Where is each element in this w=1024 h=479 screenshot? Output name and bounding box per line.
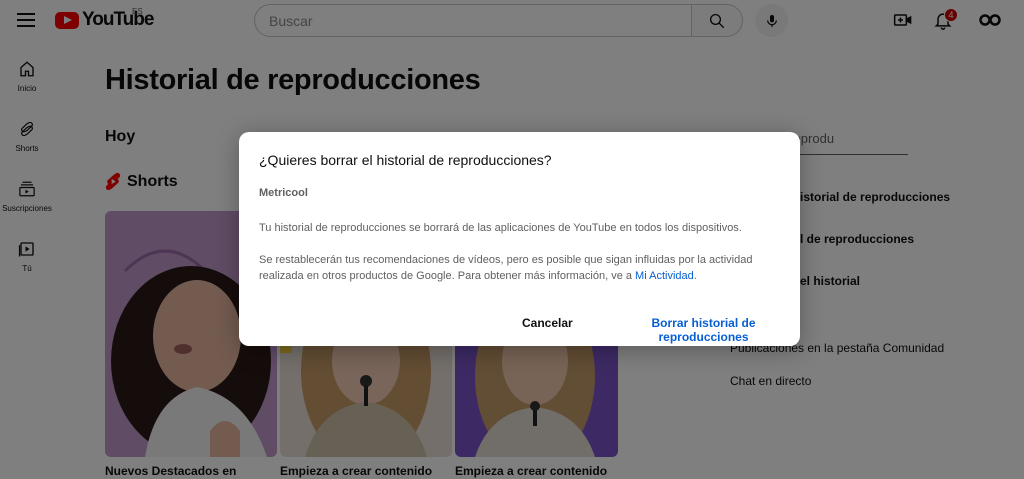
dialog-account-name: Metricool [259,187,308,199]
dialog-description: Tu historial de reproducciones se borrar… [259,222,742,234]
dialog-recommendations-note: Se restablecerán tus recomendaciones de … [259,252,784,284]
dialog-title: ¿Quieres borrar el historial de reproduc… [259,152,552,168]
my-activity-link[interactable]: Mi Actividad [635,270,694,282]
dialog-note-end: . [693,270,697,282]
cancel-button[interactable]: Cancelar [522,316,573,330]
clear-history-dialog: ¿Quieres borrar el historial de reproduc… [239,132,800,346]
clear-history-button[interactable]: Borrar historial de reproducciones [607,316,800,344]
